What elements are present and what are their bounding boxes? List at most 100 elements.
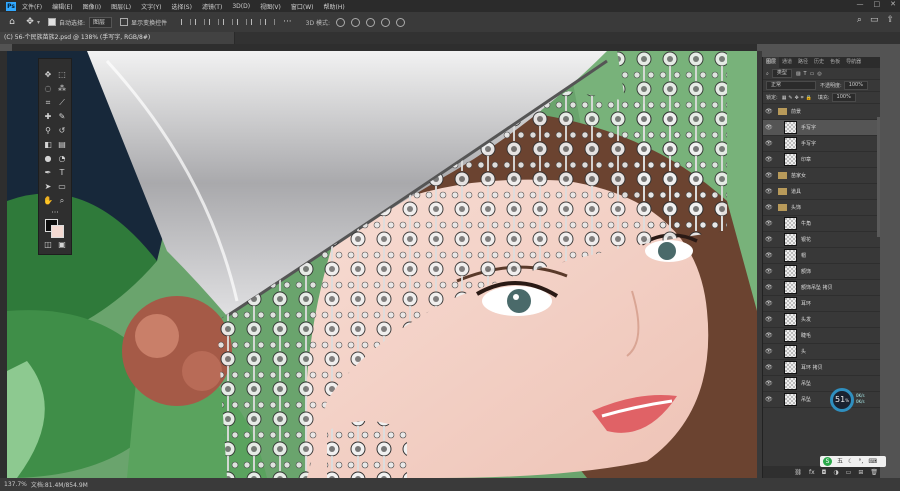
gradient-tool-icon[interactable]: ▤ <box>56 139 68 151</box>
align-bottom-icon[interactable] <box>251 19 262 25</box>
document-info[interactable]: 文档:81.4M/854.9M <box>31 480 88 489</box>
marquee-tool-icon[interactable]: ⬚ <box>56 69 68 81</box>
fx-icon[interactable]: fx <box>809 469 815 476</box>
visibility-eye-icon[interactable]: 👁 <box>765 316 773 323</box>
menu-edit[interactable]: 编辑(E) <box>52 2 72 11</box>
quick-mask-icon[interactable]: ◫ <box>42 239 54 251</box>
layer-row[interactable]: 👁 头 <box>763 344 881 360</box>
tab-navigator[interactable]: 导航器 <box>843 57 864 68</box>
filter-icons[interactable]: ▨T▭◎ <box>796 71 825 77</box>
shape-tool-icon[interactable]: ▭ <box>56 181 68 193</box>
auto-select-checkbox[interactable] <box>48 18 57 26</box>
layer-row[interactable]: 👁 额饰 <box>763 264 881 280</box>
path-select-icon[interactable]: ➤ <box>42 181 54 193</box>
type-tool-icon[interactable]: T <box>56 167 68 179</box>
history-brush-icon[interactable]: ↺ <box>56 125 68 137</box>
align-top-icon[interactable] <box>223 19 234 25</box>
align-right-icon[interactable] <box>209 19 220 25</box>
visibility-eye-icon[interactable]: 👁 <box>765 284 773 291</box>
visibility-eye-icon[interactable]: 👁 <box>765 140 773 147</box>
layer-row[interactable]: 👁 额饰吊坠 拷贝 <box>763 280 881 296</box>
visibility-eye-icon[interactable]: 👁 <box>765 124 773 131</box>
tab-channels[interactable]: 通道 <box>779 57 795 68</box>
layer-row[interactable]: 👁 手写字 <box>763 120 881 136</box>
3d-slide-icon[interactable] <box>381 17 391 27</box>
clone-stamp-icon[interactable]: ⚲ <box>42 125 54 137</box>
layer-group-row[interactable]: 👁 前景 <box>763 104 881 120</box>
tab-paths[interactable]: 路径 <box>795 57 811 68</box>
menu-3d[interactable]: 3D(D) <box>232 3 250 10</box>
layer-row[interactable]: 👁 牛角 <box>763 216 881 232</box>
minimize-button[interactable]: — <box>857 0 864 8</box>
menu-help[interactable]: 帮助(H) <box>324 2 345 11</box>
eraser-tool-icon[interactable]: ◧ <box>42 139 54 151</box>
maximize-button[interactable]: □ <box>874 0 881 8</box>
close-button[interactable]: ✕ <box>890 0 896 8</box>
search-icon[interactable]: ⌕ <box>857 15 862 25</box>
visibility-eye-icon[interactable]: 👁 <box>765 188 773 195</box>
link-layers-icon[interactable]: ⛓ <box>794 469 802 476</box>
visibility-eye-icon[interactable]: 👁 <box>765 108 773 115</box>
dodge-tool-icon[interactable]: ◔ <box>56 153 68 165</box>
share-icon[interactable]: ⇪ <box>886 15 894 25</box>
layer-row[interactable]: 👁 耳环 拷贝 <box>763 360 881 376</box>
blend-mode-dropdown[interactable]: 正常 <box>766 81 816 90</box>
show-transform-checkbox[interactable] <box>120 18 129 26</box>
menu-file[interactable]: 文件(F) <box>22 2 42 11</box>
eyedropper-tool-icon[interactable]: ⟋ <box>56 97 68 109</box>
tab-swatches[interactable]: 色板 <box>827 57 843 68</box>
chevron-down-icon[interactable]: ▾ <box>37 19 40 26</box>
layer-row[interactable]: 👁 印章 <box>763 152 881 168</box>
background-color-swatch[interactable] <box>51 225 64 238</box>
3d-scale-icon[interactable] <box>396 17 406 27</box>
visibility-eye-icon[interactable]: 👁 <box>765 364 773 371</box>
layer-filter-dropdown[interactable]: 类型 <box>771 69 792 78</box>
new-group-icon[interactable]: ▭ <box>846 469 852 476</box>
layer-row[interactable]: 👁 银花 <box>763 232 881 248</box>
hand-tool-icon[interactable]: ✋ <box>42 195 54 207</box>
healing-brush-icon[interactable]: ✚ <box>42 111 54 123</box>
home-icon[interactable]: ⌂ <box>6 16 18 28</box>
layer-row[interactable]: 👁 耳环 <box>763 296 881 312</box>
new-layer-icon[interactable]: ⊞ <box>858 469 863 476</box>
crop-tool-icon[interactable]: ⌗ <box>42 97 54 109</box>
visibility-eye-icon[interactable]: 👁 <box>765 380 773 387</box>
3d-roll-icon[interactable] <box>351 17 361 27</box>
quick-select-tool-icon[interactable]: ⁂ <box>56 83 68 95</box>
auto-select-dropdown[interactable]: 图层 <box>89 16 113 28</box>
tab-layers[interactable]: 图层 <box>763 57 780 68</box>
lock-icons[interactable]: ▦✎✥⌗🔒 <box>782 95 814 101</box>
move-tool-icon[interactable]: ✥ <box>42 69 54 81</box>
visibility-eye-icon[interactable]: 👁 <box>765 156 773 163</box>
visibility-eye-icon[interactable]: 👁 <box>765 172 773 179</box>
delete-layer-icon[interactable]: 🗑 <box>870 469 878 476</box>
zoom-level[interactable]: 137.7% <box>4 481 27 488</box>
document-tab[interactable]: (C) 56-个民族苗族2.psd @ 138% (手写字, RGB/8#) <box>0 32 235 44</box>
distribute-icon[interactable] <box>265 19 276 25</box>
3d-orbit-icon[interactable] <box>336 17 346 27</box>
pen-tool-icon[interactable]: ✒ <box>42 167 54 179</box>
layer-row[interactable]: 👁 手写字 <box>763 136 881 152</box>
layer-row[interactable]: 👁 帽 <box>763 248 881 264</box>
layer-group-row[interactable]: 👁 头饰 <box>763 200 881 216</box>
screen-mode-icon[interactable]: ▣ <box>56 239 68 251</box>
visibility-eye-icon[interactable]: 👁 <box>765 204 773 211</box>
3d-pan-icon[interactable] <box>366 17 376 27</box>
add-mask-icon[interactable]: ◘ <box>822 469 827 476</box>
network-speed-gauge[interactable]: 51% <box>830 388 854 412</box>
input-method-bar[interactable]: S 五 ☾ °, ⌨ <box>820 456 886 467</box>
menu-select[interactable]: 选择(S) <box>171 2 192 11</box>
layer-row[interactable]: 👁 睫毛 <box>763 328 881 344</box>
brush-tool-icon[interactable]: ✎ <box>56 111 68 123</box>
adjustment-layer-icon[interactable]: ◑ <box>833 469 838 476</box>
blur-tool-icon[interactable]: ● <box>42 153 54 165</box>
layer-row[interactable]: 👁 吊坠 <box>763 376 881 392</box>
visibility-eye-icon[interactable]: 👁 <box>765 268 773 275</box>
lasso-tool-icon[interactable]: ◌ <box>42 83 54 95</box>
menu-layer[interactable]: 图层(L) <box>111 2 131 11</box>
move-icon[interactable]: ✥ <box>24 16 36 28</box>
visibility-eye-icon[interactable]: 👁 <box>765 252 773 259</box>
visibility-eye-icon[interactable]: 👁 <box>765 396 773 403</box>
more-tools-icon[interactable]: ··· <box>49 207 61 219</box>
fill-field[interactable]: 100% <box>831 93 856 102</box>
